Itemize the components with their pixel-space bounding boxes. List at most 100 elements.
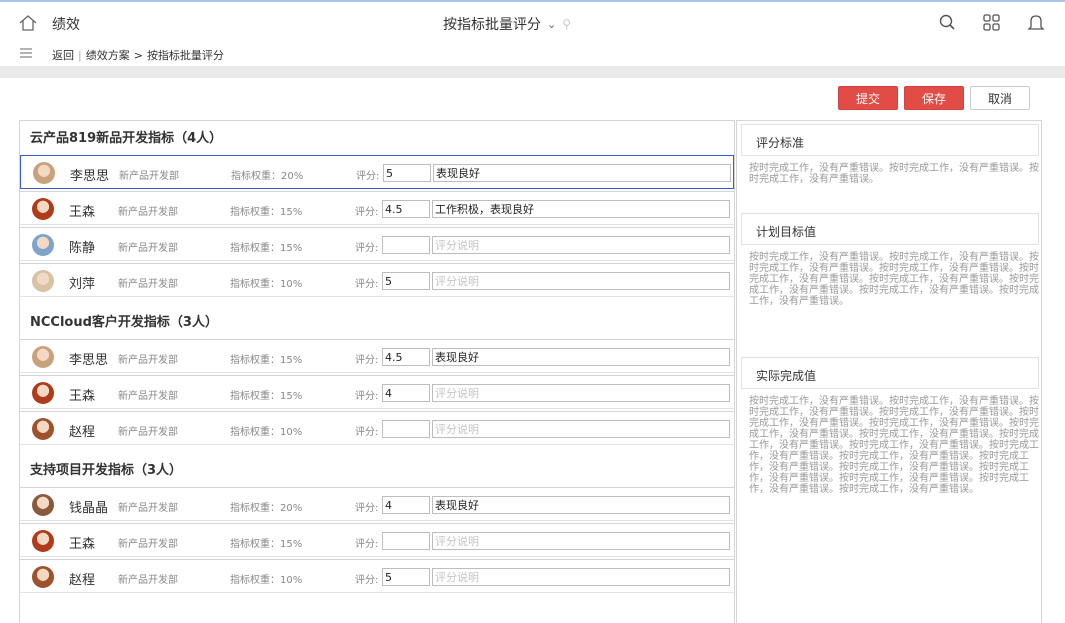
page-title: 按指标批量评分 xyxy=(443,17,541,33)
department: 新产品开发部 xyxy=(118,279,178,290)
person-name: 钱晶晶 xyxy=(69,501,109,516)
comment-input[interactable] xyxy=(432,200,730,218)
person-row[interactable]: 刘萍 新产品开发部 指标权重：10% 评分: xyxy=(20,263,734,297)
department: 新产品开发部 xyxy=(118,207,178,218)
department: 新产品开发部 xyxy=(118,503,178,514)
breadcrumb-bar: 返回 | 绩效方案 > 按指标批量评分 xyxy=(0,44,1065,66)
person-name: 赵程 xyxy=(69,573,96,588)
indicator-weight: 指标权重：10% xyxy=(230,575,303,586)
search-icon[interactable] xyxy=(937,12,959,34)
department: 新产品开发部 xyxy=(118,539,178,550)
department: 新产品开发部 xyxy=(118,391,178,402)
indicator-weight: 指标权重：15% xyxy=(230,355,303,366)
submit-button[interactable]: 提交 xyxy=(838,86,898,110)
actual-header: 实际完成值 xyxy=(741,357,1039,389)
avatar xyxy=(32,566,54,588)
menu-icon[interactable] xyxy=(18,45,34,61)
avatar xyxy=(32,198,54,220)
target-text: 按时完成工作，没有严重错误。按时完成工作，没有严重错误。按时完成工作，没有严重错… xyxy=(749,252,1039,307)
score-input[interactable] xyxy=(382,532,430,550)
department: 新产品开发部 xyxy=(118,243,178,254)
bell-icon[interactable] xyxy=(1025,12,1047,34)
comment-input[interactable] xyxy=(432,348,730,366)
comment-input[interactable] xyxy=(432,272,730,290)
score-label: 评分: xyxy=(355,575,379,586)
avatar xyxy=(32,346,54,368)
person-row[interactable]: 陈静 新产品开发部 指标权重：15% 评分: xyxy=(20,227,734,261)
top-bar: 绩效 按指标批量评分 ⌄ ⚲ xyxy=(0,0,1065,44)
avatar xyxy=(32,382,54,404)
score-label: 评分: xyxy=(355,391,379,402)
person-row[interactable]: 李思思 新产品开发部 指标权重：20% 评分: xyxy=(20,155,734,189)
score-label: 评分: xyxy=(355,207,379,218)
department: 新产品开发部 xyxy=(118,427,178,438)
score-label: 评分: xyxy=(355,539,379,550)
back-link[interactable]: 返回 xyxy=(52,47,74,63)
person-row[interactable]: 赵程 新产品开发部 指标权重：10% 评分: xyxy=(20,559,734,593)
department: 新产品开发部 xyxy=(118,575,178,586)
indicator-weight: 指标权重：15% xyxy=(230,207,303,218)
comment-input[interactable] xyxy=(432,384,730,402)
score-label: 评分: xyxy=(356,171,380,182)
comment-input[interactable] xyxy=(432,496,730,514)
person-row[interactable]: 钱晶晶 新产品开发部 指标权重：20% 评分: xyxy=(20,487,734,521)
breadcrumb-plan[interactable]: 绩效方案 xyxy=(86,47,130,63)
score-label: 评分: xyxy=(355,279,379,290)
score-input[interactable] xyxy=(382,272,430,290)
criteria-header: 评分标准 xyxy=(741,124,1039,156)
person-name: 刘萍 xyxy=(69,277,96,292)
comment-input[interactable] xyxy=(432,532,730,550)
person-row[interactable]: 赵程 新产品开发部 指标权重：10% 评分: xyxy=(20,411,734,445)
person-row[interactable]: 李思思 新产品开发部 指标权重：15% 评分: xyxy=(20,339,734,373)
score-input[interactable] xyxy=(382,348,430,366)
indicator-detail-panel: 评分标准 按时完成工作，没有严重错误。按时完成工作，没有严重错误。按时完成工作，… xyxy=(736,120,1042,623)
avatar xyxy=(32,234,54,256)
score-input[interactable] xyxy=(382,236,430,254)
score-input[interactable] xyxy=(382,420,430,438)
indicator-weight: 指标权重：20% xyxy=(231,171,304,182)
apps-grid-icon[interactable] xyxy=(981,12,1003,34)
divider-strip xyxy=(0,66,1065,78)
app-title: 绩效 xyxy=(52,17,80,33)
score-label: 评分: xyxy=(355,243,379,254)
person-row[interactable]: 王森 新产品开发部 指标权重：15% 评分: xyxy=(20,191,734,225)
breadcrumb-chevron-icon: > xyxy=(133,48,143,62)
score-input[interactable] xyxy=(382,568,430,586)
comment-input[interactable] xyxy=(432,420,730,438)
indicator-list-panel: 云产品819新品开发指标（4人）李思思新产品开发部指标权重：20%评分:王森新产… xyxy=(19,120,735,623)
person-name: 赵程 xyxy=(69,425,96,440)
score-input[interactable] xyxy=(383,164,431,182)
target-header: 计划目标值 xyxy=(741,213,1039,245)
save-button[interactable]: 保存 xyxy=(904,86,964,110)
score-input[interactable] xyxy=(382,200,430,218)
score-input[interactable] xyxy=(382,384,430,402)
person-name: 王森 xyxy=(69,389,96,404)
indicator-weight: 指标权重：15% xyxy=(230,539,303,550)
person-name: 陈静 xyxy=(69,241,96,256)
chevron-down-icon[interactable]: ⌄ xyxy=(547,18,556,31)
score-input[interactable] xyxy=(382,496,430,514)
person-name: 王森 xyxy=(69,537,96,552)
comment-input[interactable] xyxy=(432,236,730,254)
indicator-weight: 指标权重：10% xyxy=(230,279,303,290)
cancel-button[interactable]: 取消 xyxy=(970,86,1030,110)
person-row[interactable]: 王森 新产品开发部 指标权重：15% 评分: xyxy=(20,523,734,557)
department: 新产品开发部 xyxy=(118,355,178,366)
avatar xyxy=(33,162,55,184)
comment-input[interactable] xyxy=(433,164,731,182)
criteria-text: 按时完成工作，没有严重错误。按时完成工作，没有严重错误。按时完成工作，没有严重错… xyxy=(749,163,1039,185)
person-name: 王森 xyxy=(69,205,96,220)
department: 新产品开发部 xyxy=(119,171,179,182)
group-title: 支持项目开发指标（3人） xyxy=(30,463,183,478)
page-title-dropdown[interactable]: 按指标批量评分 ⌄ ⚲ xyxy=(443,14,571,34)
home-icon[interactable] xyxy=(18,13,38,33)
pin-icon[interactable]: ⚲ xyxy=(562,17,571,31)
person-row[interactable]: 王森 新产品开发部 指标权重：15% 评分: xyxy=(20,375,734,409)
breadcrumb: 返回 | 绩效方案 > 按指标批量评分 xyxy=(52,47,224,63)
actual-text: 按时完成工作，没有严重错误。按时完成工作，没有严重错误。按时完成工作，没有严重错… xyxy=(749,396,1039,495)
score-label: 评分: xyxy=(355,355,379,366)
score-label: 评分: xyxy=(355,503,379,514)
avatar xyxy=(32,530,54,552)
indicator-weight: 指标权重：20% xyxy=(230,503,303,514)
comment-input[interactable] xyxy=(432,568,730,586)
